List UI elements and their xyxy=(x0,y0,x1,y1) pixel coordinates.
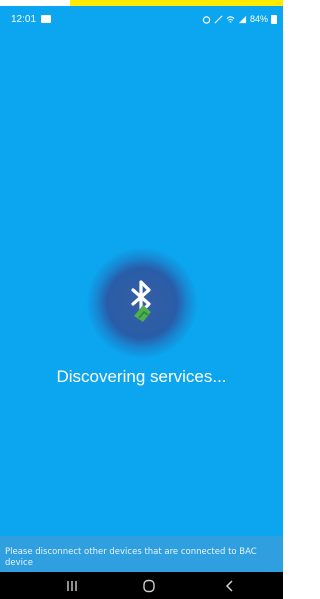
disconnect-notice: Please disconnect other devices that are… xyxy=(5,547,257,568)
wifi-icon xyxy=(226,15,235,23)
navigation-bar xyxy=(0,572,283,599)
battery-icon xyxy=(271,14,277,24)
back-icon[interactable] xyxy=(220,579,240,593)
recents-icon[interactable] xyxy=(62,579,82,593)
signal-icon xyxy=(238,15,247,23)
discovery-status-text: Discovering services... xyxy=(56,367,227,386)
home-icon[interactable] xyxy=(139,579,159,593)
status-time: 12:01 xyxy=(11,14,37,25)
mute-icon xyxy=(214,15,223,23)
gallery-icon xyxy=(41,15,51,23)
loading-indicator xyxy=(87,248,197,358)
status-icons: 84% xyxy=(202,14,277,24)
status-bar: 12:01 84% xyxy=(0,6,283,34)
alarm-icon xyxy=(202,15,211,24)
bluetooth-icon xyxy=(131,280,151,322)
battery-percent: 84% xyxy=(249,14,268,24)
app-screen: 12:01 84% Discovering services... Please… xyxy=(0,0,283,599)
